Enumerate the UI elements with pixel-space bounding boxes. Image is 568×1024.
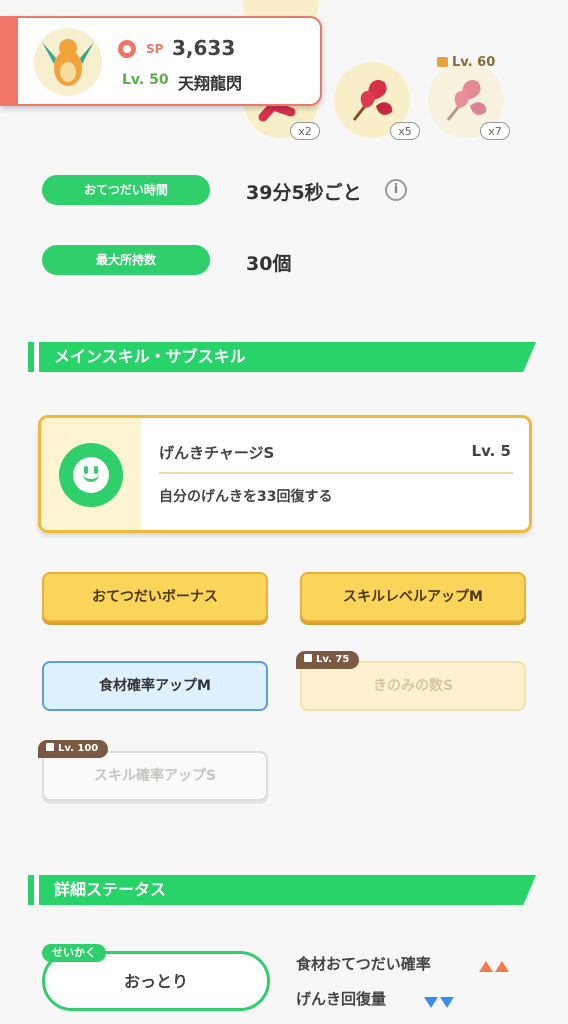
main-skill-level: Lv. 5: [471, 442, 511, 460]
section-header-details: 詳細ステータス: [28, 875, 536, 905]
unlock-level-tag: Lv. 100: [38, 740, 109, 758]
pokemon-avatar: [34, 28, 102, 96]
nature-effect-down: げんき回復量: [296, 990, 387, 1008]
sub-skill-button-locked[interactable]: スキル確率アップS: [42, 751, 268, 801]
pokemon-level: Lv. 50: [122, 72, 169, 88]
sp-value: 3,633: [172, 36, 236, 60]
unlock-level-tag: Lv. 75: [296, 651, 360, 669]
sub-skill-button[interactable]: スキルレベルアップM: [300, 572, 526, 622]
card-accent-stripe: [0, 18, 18, 104]
help-time-value: 39分5秒ごと: [246, 182, 362, 204]
nature-effect-up: 食材おてつだい確率: [296, 955, 431, 973]
help-time-label: おてつだい時間: [42, 175, 210, 205]
pokemon-name: 天翔龍閃: [178, 74, 243, 93]
sp-label: SP: [146, 42, 164, 56]
info-icon[interactable]: i: [385, 179, 407, 201]
lock-icon: [437, 57, 448, 67]
max-items-label: 最大所持数: [42, 245, 210, 275]
sp-icon: [118, 40, 136, 58]
berry-count-badge: x7: [480, 122, 510, 140]
berry-count-badge: x5: [390, 122, 420, 140]
section-header-skills: メインスキル・サブスキル: [28, 342, 536, 372]
main-skill-name: げんきチャージS: [159, 444, 275, 462]
up-arrows-icon: [477, 957, 509, 976]
section-title: メインスキル・サブスキル: [54, 347, 246, 366]
nature-tag: せいかく: [42, 944, 106, 962]
berry-unlock-level: Lv. 60: [437, 55, 495, 70]
sub-skill-button[interactable]: おてつだいボーナス: [42, 572, 268, 622]
main-skill-card[interactable]: げんきチャージS Lv. 5 自分のげんきを33回復する: [38, 415, 532, 533]
divider: [159, 472, 513, 474]
sub-skill-button[interactable]: 食材確率アップM: [42, 661, 268, 711]
section-title: 詳細ステータス: [54, 880, 167, 899]
max-items-value: 30個: [246, 253, 292, 275]
main-skill-description: 自分のげんきを33回復する: [159, 489, 333, 505]
lock-icon: [46, 743, 54, 751]
pokemon-header-card[interactable]: SP 3,633 Lv. 50 天翔龍閃: [0, 16, 322, 106]
lock-icon: [304, 654, 312, 662]
berry-count-badge: x2: [290, 122, 320, 140]
smile-icon: [59, 443, 123, 507]
down-arrows-icon: [422, 993, 454, 1012]
